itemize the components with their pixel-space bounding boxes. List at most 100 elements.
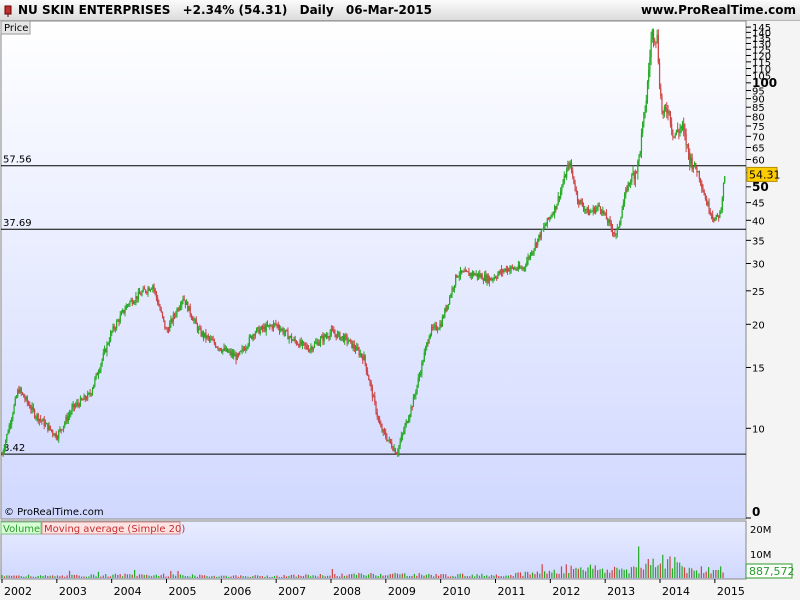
candle-body [265, 324, 267, 332]
candle-body [476, 273, 478, 277]
candle-body [200, 328, 202, 336]
candle-body [175, 314, 177, 316]
candle-body [140, 294, 142, 296]
candle-body [604, 213, 606, 215]
candle-body [531, 252, 533, 255]
y-tick-label: 75 [752, 122, 765, 133]
candle-body [95, 373, 97, 379]
candle-body [552, 214, 554, 216]
candle-body [357, 346, 359, 350]
candle-body [193, 319, 195, 321]
candle-body [510, 266, 512, 270]
price-panel-label: Price [4, 23, 28, 34]
price-volume-chart[interactable]: Price 57.56 37.69 8.42 0 10 15 20 25 30 35 40 45 50… [0, 0, 800, 600]
candle-body [2, 451, 4, 455]
candle-body [118, 320, 120, 322]
candle-body [434, 324, 436, 326]
candle-body [19, 388, 21, 393]
candle-body [101, 359, 103, 364]
candle-body [293, 338, 295, 341]
candle-body [564, 175, 567, 178]
candle-body [387, 439, 389, 441]
candle-body [558, 196, 561, 198]
candle-body [426, 342, 428, 348]
candle-body [588, 212, 591, 216]
candle-body [64, 422, 66, 426]
candle-body [130, 299, 132, 302]
candle-body [360, 353, 363, 357]
candle-body [26, 397, 28, 403]
candle-body [450, 295, 452, 297]
candle-body [153, 285, 155, 290]
candle-body [500, 269, 503, 274]
last-volume-value: 887,572 [749, 565, 795, 578]
candle-body [553, 206, 556, 215]
x-tick-label: 2013 [607, 585, 635, 598]
candle-body [135, 296, 137, 302]
candle-body [216, 346, 218, 348]
candle-body [477, 274, 480, 277]
candle-body [481, 274, 483, 280]
candle-body [656, 34, 658, 42]
candle-body [433, 325, 435, 329]
candle-body [105, 349, 107, 353]
candle-body [391, 442, 393, 448]
candle-body [619, 222, 621, 228]
candle-body [470, 273, 472, 276]
candle-body [303, 341, 305, 343]
candle-body [411, 406, 413, 408]
candle-body [511, 266, 513, 268]
candle-body [438, 328, 440, 330]
candle-body [17, 389, 19, 397]
candle-body [362, 356, 364, 361]
candle-body [40, 418, 42, 421]
candle-body [128, 304, 130, 306]
price-y-axis: 0101520253035404550556065707580859095100… [746, 23, 777, 519]
candle-body [473, 272, 475, 276]
candle-body [70, 412, 72, 415]
candle-body [358, 349, 360, 356]
candle-body [159, 306, 161, 310]
candle-body [506, 268, 509, 272]
support-line-label: 37.69 [3, 218, 32, 229]
candle-body [669, 111, 672, 124]
y-tick-label: 40 [752, 216, 765, 227]
candle-body [424, 347, 427, 353]
candle-body [568, 164, 570, 167]
candle-body [8, 425, 10, 433]
candle-body [598, 204, 600, 207]
candle-body [29, 404, 31, 409]
ma-label: Moving average (Simple 20) [44, 524, 185, 535]
candle-body [344, 335, 346, 342]
candle-body [427, 342, 429, 344]
candle-body [692, 166, 694, 170]
candle-body [435, 324, 437, 330]
candle-body [399, 441, 401, 446]
candle-body [562, 182, 564, 187]
candle-body [126, 304, 129, 306]
candle-body [170, 319, 172, 324]
candle-body [23, 393, 25, 398]
candle-body [463, 271, 465, 273]
candle-body [392, 447, 394, 451]
candle-body [113, 326, 115, 329]
candle-body [693, 163, 696, 167]
candle-body [652, 30, 655, 41]
candle-body [533, 248, 535, 252]
volume-label: Volume [3, 524, 40, 535]
candle-body [271, 325, 273, 329]
candle-body [471, 272, 474, 276]
candle-body [155, 292, 158, 298]
candle-body [249, 335, 252, 337]
candle-body [52, 430, 54, 434]
candle-body [185, 301, 188, 305]
candle-body [313, 343, 316, 348]
candle-body [664, 107, 667, 109]
candle-body [714, 219, 716, 221]
candle-body [353, 344, 355, 349]
candle-body [176, 309, 178, 315]
candle-body [346, 336, 348, 342]
candle-body [591, 211, 593, 213]
candle-body [630, 182, 632, 184]
candle-body [422, 361, 424, 363]
